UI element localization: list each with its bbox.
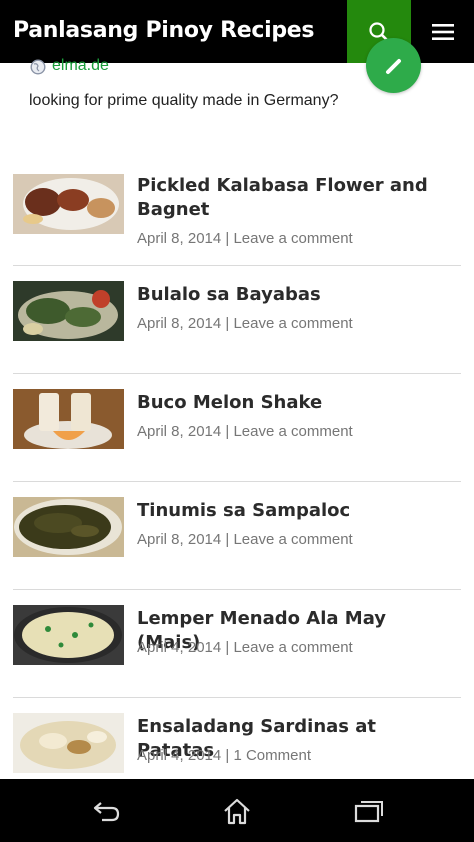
post-thumbnail[interactable] bbox=[13, 281, 124, 341]
system-navigation-bar bbox=[0, 779, 474, 842]
back-button[interactable] bbox=[86, 793, 126, 829]
menu-icon bbox=[431, 23, 454, 40]
post-date[interactable]: April 8, 2014 bbox=[137, 531, 221, 548]
post-meta: April 4, 2014 | 1 Comment bbox=[137, 747, 311, 764]
divider bbox=[13, 481, 461, 482]
comments-link[interactable]: 1 Comment bbox=[233, 747, 311, 764]
menu-button[interactable] bbox=[411, 0, 474, 63]
post-meta: April 4, 2014 | Leave a comment bbox=[137, 639, 353, 656]
ad-text[interactable]: looking for prime quality made in German… bbox=[29, 92, 338, 110]
post-date[interactable]: April 4, 2014 bbox=[137, 639, 221, 656]
post-title[interactable]: Bulalo sa Bayabas bbox=[137, 283, 437, 307]
meta-separator: | bbox=[221, 230, 234, 247]
post-thumbnail[interactable] bbox=[13, 389, 124, 449]
post-meta: April 8, 2014 | Leave a comment bbox=[137, 315, 353, 332]
meta-separator: | bbox=[221, 639, 234, 656]
comments-link[interactable]: Leave a comment bbox=[233, 639, 352, 656]
post-thumbnail[interactable] bbox=[13, 713, 124, 773]
divider bbox=[13, 265, 461, 266]
home-icon bbox=[224, 798, 250, 825]
recent-apps-icon bbox=[354, 801, 383, 823]
post-meta: April 8, 2014 | Leave a comment bbox=[137, 531, 353, 548]
comments-link[interactable]: Leave a comment bbox=[233, 315, 352, 332]
comments-link[interactable]: Leave a comment bbox=[233, 531, 352, 548]
post-thumbnail[interactable] bbox=[13, 174, 124, 234]
site-title[interactable]: Panlasang Pinoy Recipes bbox=[13, 18, 314, 43]
meta-separator: | bbox=[221, 423, 234, 440]
ad-action-button[interactable] bbox=[366, 38, 421, 93]
back-icon bbox=[93, 802, 120, 822]
post-thumbnail[interactable] bbox=[13, 497, 124, 557]
post-title[interactable]: Buco Melon Shake bbox=[137, 391, 437, 415]
ad-domain-link[interactable]: elma.de bbox=[52, 57, 109, 75]
comments-link[interactable]: Leave a comment bbox=[233, 423, 352, 440]
meta-separator: | bbox=[221, 315, 234, 332]
divider bbox=[13, 697, 461, 698]
post-meta: April 8, 2014 | Leave a comment bbox=[137, 423, 353, 440]
divider bbox=[13, 589, 461, 590]
home-button[interactable] bbox=[217, 793, 257, 829]
post-date[interactable]: April 8, 2014 bbox=[137, 315, 221, 332]
pencil-icon bbox=[385, 58, 401, 74]
post-title[interactable]: Pickled Kalabasa Flower and Bagnet bbox=[137, 174, 437, 222]
post-date[interactable]: April 8, 2014 bbox=[137, 423, 221, 440]
recent-apps-button[interactable] bbox=[348, 793, 388, 829]
post-title[interactable]: Tinumis sa Sampaloc bbox=[137, 499, 437, 523]
post-date[interactable]: April 8, 2014 bbox=[137, 230, 221, 247]
post-date[interactable]: April 4, 2014 bbox=[137, 747, 221, 764]
comments-link[interactable]: Leave a comment bbox=[233, 230, 352, 247]
post-meta: April 8, 2014 | Leave a comment bbox=[137, 230, 353, 247]
post-thumbnail[interactable] bbox=[13, 605, 124, 665]
globe-icon bbox=[30, 59, 46, 75]
meta-separator: | bbox=[221, 531, 234, 548]
meta-separator: | bbox=[221, 747, 234, 764]
divider bbox=[13, 373, 461, 374]
